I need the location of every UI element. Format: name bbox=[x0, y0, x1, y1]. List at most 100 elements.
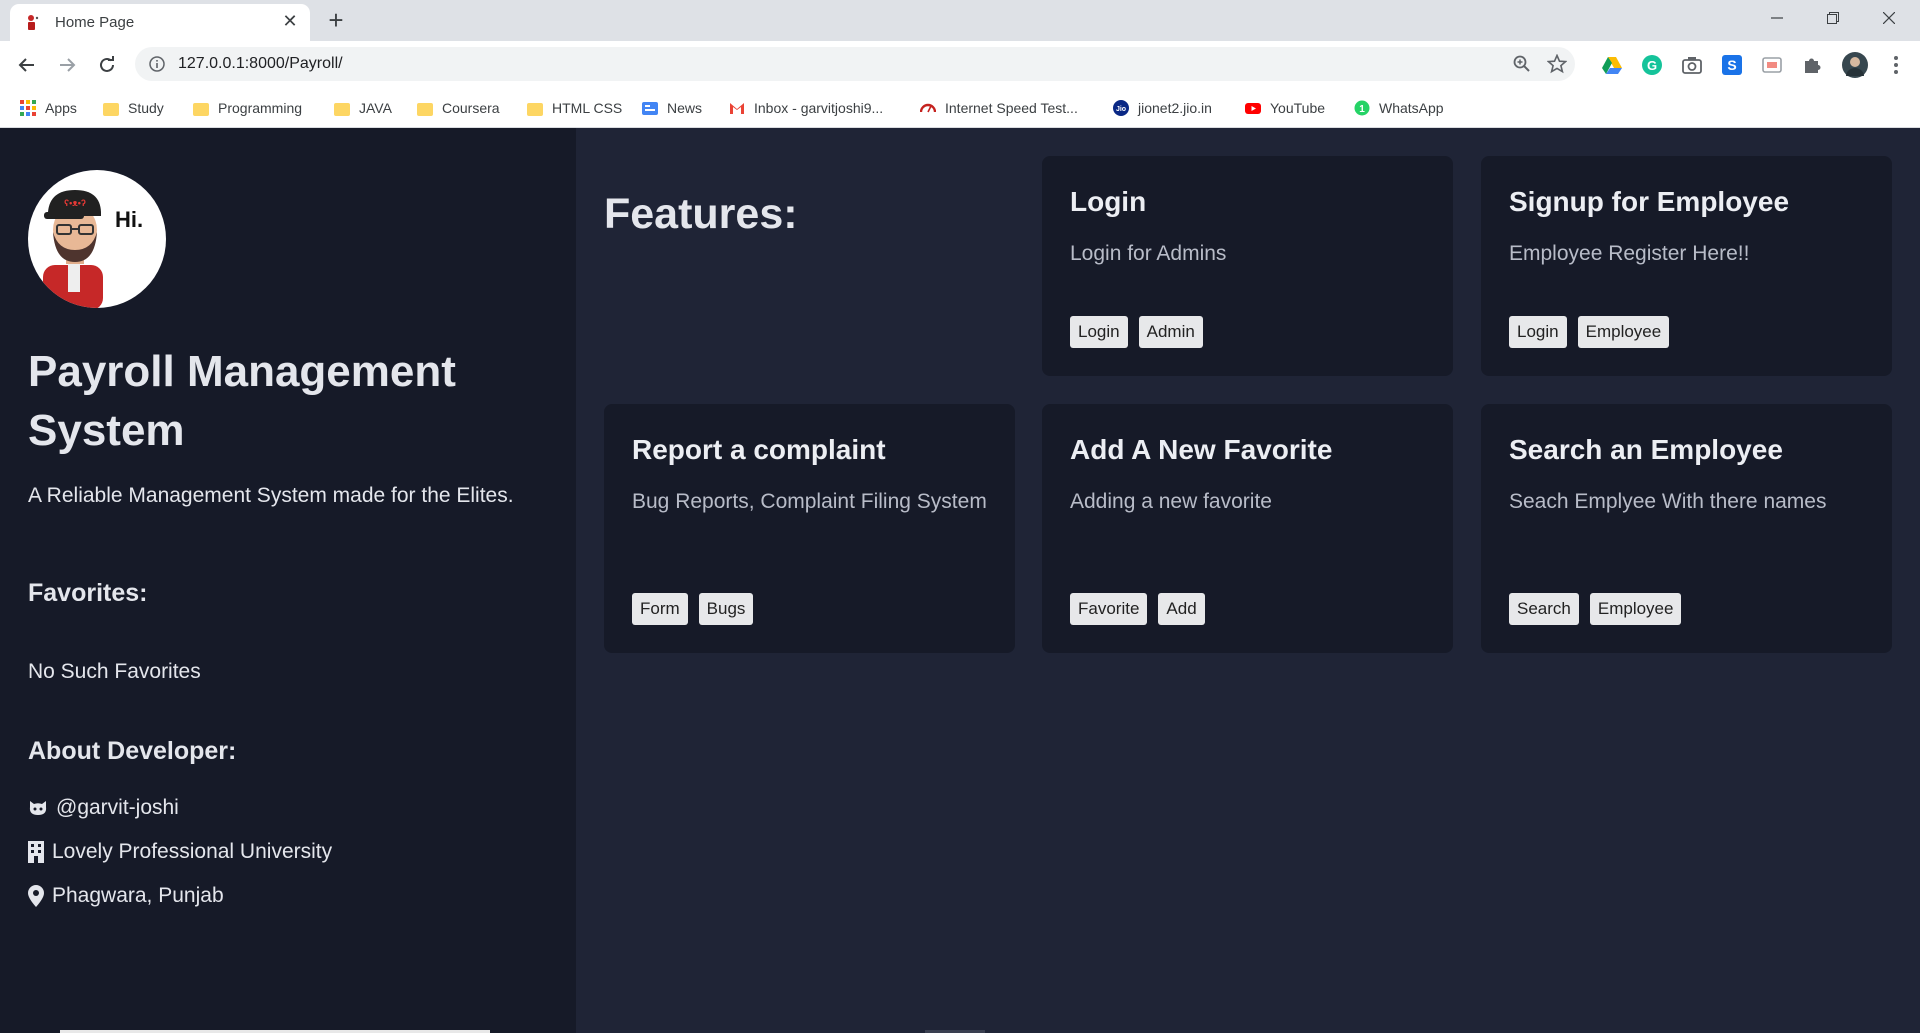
bookmark-html-css[interactable]: HTML CSS bbox=[527, 88, 622, 128]
profile-avatar-icon[interactable] bbox=[1841, 51, 1869, 79]
extensions-puzzle-icon[interactable] bbox=[1801, 54, 1823, 76]
card-title: Login bbox=[1070, 186, 1147, 217]
about-location: Phagwara, Punjab bbox=[28, 884, 224, 908]
svg-text:1: 1 bbox=[1359, 104, 1365, 115]
grammarly-icon[interactable]: G bbox=[1641, 54, 1663, 76]
restore-button[interactable] bbox=[1805, 0, 1861, 38]
back-button[interactable] bbox=[13, 51, 41, 79]
bookmark-label: News bbox=[667, 100, 703, 116]
form-button[interactable]: Form bbox=[632, 593, 688, 625]
favorites-heading: Favorites: bbox=[28, 579, 148, 607]
address-bar[interactable]: 127.0.0.1:8000/Payroll/ bbox=[135, 47, 1575, 81]
card-title: Search an Employee bbox=[1509, 434, 1783, 465]
star-icon[interactable] bbox=[1547, 54, 1567, 74]
bookmark-whatsapp[interactable]: 1 WhatsApp bbox=[1354, 88, 1444, 128]
add-button[interactable]: Add bbox=[1158, 593, 1205, 625]
tab-title: Home Page bbox=[55, 14, 135, 31]
feature-card-complaint: Report a complaint Bug Reports, Complain… bbox=[604, 404, 1015, 653]
google-drive-icon[interactable] bbox=[1601, 54, 1623, 76]
about-github[interactable]: @garvit-joshi bbox=[28, 796, 179, 820]
card-buttons: Form Bugs bbox=[632, 593, 754, 625]
building-icon bbox=[28, 841, 44, 863]
github-handle[interactable]: @garvit-joshi bbox=[56, 796, 179, 820]
whatsapp-icon: 1 bbox=[1354, 100, 1370, 116]
bookmark-inbox[interactable]: Inbox - garvitjoshi9... bbox=[729, 88, 883, 128]
login-button[interactable]: Login bbox=[1070, 316, 1128, 348]
forward-button[interactable] bbox=[53, 51, 81, 79]
reload-icon bbox=[100, 56, 114, 72]
employee-button[interactable]: Employee bbox=[1577, 316, 1670, 348]
features-heading: Features: bbox=[604, 190, 798, 238]
folder-icon bbox=[417, 102, 433, 116]
bookmark-youtube[interactable]: YouTube bbox=[1245, 88, 1325, 128]
new-tab-button[interactable]: + bbox=[322, 7, 350, 35]
menu-kebab-icon[interactable] bbox=[1885, 54, 1907, 76]
bookmark-label: JAVA bbox=[359, 100, 392, 116]
bookmark-label: jionet2.jio.in bbox=[1138, 100, 1212, 116]
bookmark-jionet[interactable]: Jio jionet2.jio.in bbox=[1113, 88, 1212, 128]
bookmark-label: Inbox - garvitjoshi9... bbox=[754, 100, 884, 116]
search-employee-button[interactable]: Employee bbox=[1589, 593, 1682, 625]
zoom-icon[interactable] bbox=[1513, 55, 1531, 73]
minimize-button[interactable] bbox=[1749, 0, 1805, 38]
close-window-button[interactable] bbox=[1861, 0, 1917, 38]
search-button[interactable]: Search bbox=[1509, 593, 1579, 625]
avatar: ʕ•ᴥ•ʔ Hi. bbox=[28, 170, 166, 308]
svg-text:ʕ•ᴥ•ʔ: ʕ•ᴥ•ʔ bbox=[64, 198, 86, 208]
card-buttons: Search Employee bbox=[1509, 593, 1682, 625]
bookmark-label: Coursera bbox=[442, 100, 500, 116]
gmail-icon bbox=[730, 103, 744, 114]
card-description: Adding a new favorite bbox=[1070, 490, 1272, 513]
bugs-button[interactable]: Bugs bbox=[698, 593, 754, 625]
avatar-greeting: Hi. bbox=[115, 207, 143, 232]
url-text[interactable]: 127.0.0.1:8000/Payroll/ bbox=[178, 55, 343, 73]
signup-login-button[interactable]: Login bbox=[1509, 316, 1567, 348]
location-text: Phagwara, Punjab bbox=[52, 884, 224, 907]
bookmark-programming[interactable]: Programming bbox=[193, 88, 302, 128]
close-icon bbox=[1883, 12, 1895, 24]
cast-icon[interactable] bbox=[1761, 54, 1783, 76]
svg-text:S: S bbox=[1727, 57, 1736, 73]
bookmark-label: Internet Speed Test... bbox=[945, 100, 1078, 116]
bookmark-apps[interactable]: Apps bbox=[20, 88, 77, 128]
browser-tab[interactable]: Home Page ✕ bbox=[10, 4, 310, 41]
bookmark-coursera[interactable]: Coursera bbox=[417, 88, 500, 128]
folder-icon bbox=[193, 102, 209, 116]
bookmark-news[interactable]: News bbox=[642, 88, 702, 128]
bookmark-speed-test[interactable]: Internet Speed Test... bbox=[920, 88, 1078, 128]
favorites-empty-message: No Such Favorites bbox=[28, 660, 201, 683]
bookmark-label: WhatsApp bbox=[1379, 100, 1444, 116]
feature-card-favorite: Add A New Favorite Adding a new favorite… bbox=[1042, 404, 1453, 653]
info-icon[interactable] bbox=[149, 56, 165, 72]
favorite-button[interactable]: Favorite bbox=[1070, 593, 1148, 625]
s-extension-icon[interactable]: S bbox=[1721, 54, 1743, 76]
bookmark-label: Study bbox=[128, 100, 164, 116]
minimize-icon bbox=[1771, 17, 1783, 19]
site-title: Payroll Management System bbox=[28, 347, 456, 455]
bookmark-study[interactable]: Study bbox=[103, 88, 164, 128]
feature-card-signup: Signup for Employee Employee Register He… bbox=[1481, 156, 1892, 376]
card-title: Add A New Favorite bbox=[1070, 434, 1333, 465]
arrow-left-icon bbox=[18, 58, 34, 72]
card-description: Employee Register Here!! bbox=[1509, 242, 1750, 265]
arrow-right-icon bbox=[60, 58, 76, 72]
reload-button[interactable] bbox=[93, 51, 121, 79]
google-news-icon bbox=[642, 102, 658, 115]
bookmarks-bar: Apps Study Programming JAVA Coursera HTM… bbox=[0, 88, 1920, 128]
folder-icon bbox=[334, 102, 350, 116]
bookmark-label: HTML CSS bbox=[552, 100, 623, 116]
card-description: Bug Reports, Complaint Filing System bbox=[632, 490, 987, 513]
about-university: Lovely Professional University bbox=[28, 840, 332, 864]
browser-toolbar: 127.0.0.1:8000/Payroll/ G S bbox=[0, 41, 1920, 88]
speedometer-icon bbox=[920, 103, 936, 113]
tab-close-icon[interactable]: ✕ bbox=[280, 11, 300, 31]
camera-icon[interactable] bbox=[1681, 54, 1703, 76]
bookmark-java[interactable]: JAVA bbox=[334, 88, 392, 128]
tab-strip: Home Page ✕ + bbox=[0, 0, 1920, 41]
card-buttons: Login Admin bbox=[1070, 316, 1203, 348]
admin-button[interactable]: Admin bbox=[1138, 316, 1203, 348]
folder-icon bbox=[103, 102, 119, 116]
card-description: Login for Admins bbox=[1070, 242, 1227, 265]
card-buttons: Favorite Add bbox=[1070, 593, 1205, 625]
card-buttons: Login Employee bbox=[1509, 316, 1670, 348]
